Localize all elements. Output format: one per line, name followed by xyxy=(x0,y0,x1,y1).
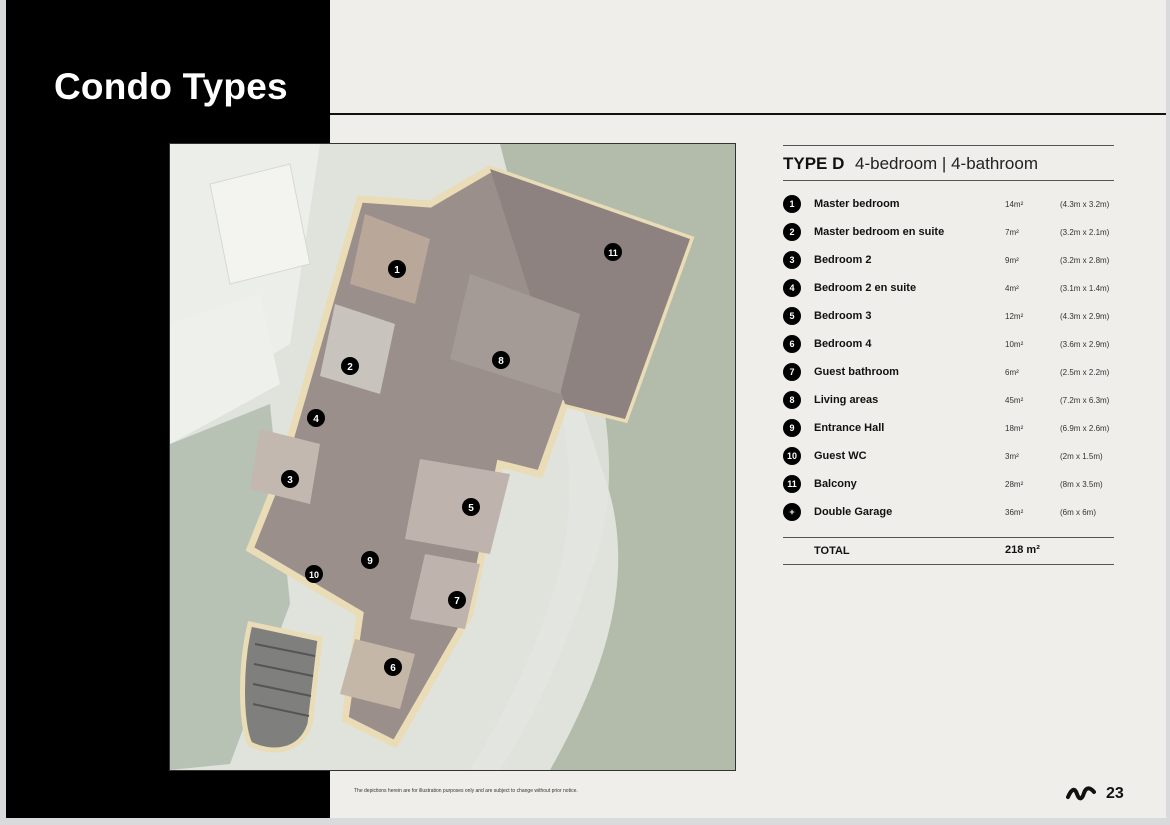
room-number-badge: 8 xyxy=(783,391,801,409)
room-name: Guest bathroom xyxy=(814,366,899,378)
page-title: Condo Types xyxy=(54,66,288,107)
room-dimensions: (3.1m x 1.4m) xyxy=(1060,284,1110,293)
room-dimensions: (8m x 3.5m) xyxy=(1060,480,1103,489)
room-row: 10 Guest WC 3m² (2m x 1.5m) xyxy=(783,443,1114,471)
plan-marker-2: 2 xyxy=(347,362,353,373)
header-divider xyxy=(330,113,1166,115)
plan-marker-10: 10 xyxy=(309,570,319,580)
room-dimensions: (4.3m x 3.2m) xyxy=(1060,200,1110,209)
total-row: TOTAL 218 m² xyxy=(783,537,1114,565)
room-schedule: 1 Master bedroom 14m² (4.3m x 3.2m) 2 Master… xyxy=(783,191,1114,527)
room-area: 45m² xyxy=(1005,396,1024,405)
room-dimensions: (6.9m x 2.6m) xyxy=(1060,424,1110,433)
plan-marker-11: 11 xyxy=(608,248,618,258)
room-name: Master bedroom xyxy=(814,198,900,210)
room-number-badge: 3 xyxy=(783,251,801,269)
plan-marker-6: 6 xyxy=(390,663,396,674)
room-number-badge: 6 xyxy=(783,335,801,353)
plan-marker-3: 3 xyxy=(287,475,293,486)
floor-plan-illustration: 1 2 3 4 5 6 7 8 9 10 11 xyxy=(170,144,735,770)
room-dimensions: (4.3m x 2.9m) xyxy=(1060,312,1110,321)
unit-type-header: TYPE D 4-bedroom | 4-bathroom xyxy=(783,145,1114,181)
room-name: Bedroom 2 en suite xyxy=(814,282,917,294)
room-name: Bedroom 3 xyxy=(814,310,872,322)
plan-marker-7: 7 xyxy=(454,596,460,607)
room-row: 3 Bedroom 2 9m² (3.2m x 2.8m) xyxy=(783,247,1114,275)
room-dimensions: (7.2m x 6.3m) xyxy=(1060,396,1110,405)
stairwell xyxy=(240,621,323,753)
total-label: TOTAL xyxy=(814,545,850,557)
total-value: 218 m² xyxy=(1005,544,1040,556)
room-name: Double Garage xyxy=(814,506,893,518)
room-number-badge: 2 xyxy=(783,223,801,241)
room-dimensions: (3.2m x 2.1m) xyxy=(1060,228,1110,237)
room-dimensions: (3.2m x 2.8m) xyxy=(1060,256,1110,265)
room-area: 12m² xyxy=(1005,312,1024,321)
room-name: Master bedroom en suite xyxy=(814,226,945,238)
room-area: 36m² xyxy=(1005,508,1024,517)
room-number-badge: 7 xyxy=(783,363,801,381)
room-number-badge: 11 xyxy=(783,475,801,493)
room-dimensions: (2m x 1.5m) xyxy=(1060,452,1103,461)
room-dimensions: (6m x 6m) xyxy=(1060,508,1096,517)
page-number: 23 xyxy=(1106,785,1124,802)
room-number-badge: + xyxy=(783,503,801,521)
room-row: + Double Garage 36m² (6m x 6m) xyxy=(783,499,1114,527)
room-name: Guest WC xyxy=(814,450,867,462)
room-area: 28m² xyxy=(1005,480,1024,489)
room-number-badge: 1 xyxy=(783,195,801,213)
room-name: Bedroom 4 xyxy=(814,338,872,350)
room-number-badge: 10 xyxy=(783,447,801,465)
room-dimensions: (2.5m x 2.2m) xyxy=(1060,368,1110,377)
room-name: Bedroom 2 xyxy=(814,254,872,266)
room-number-badge: 9 xyxy=(783,419,801,437)
room-name: Living areas xyxy=(814,394,879,406)
brand-logo-icon xyxy=(1066,784,1096,807)
room-row: 1 Master bedroom 14m² (4.3m x 3.2m) xyxy=(783,191,1114,219)
disclaimer-text: The depictions herein are for illustrati… xyxy=(354,788,578,794)
room-row: 4 Bedroom 2 en suite 4m² (3.1m x 1.4m) xyxy=(783,275,1114,303)
plan-marker-4: 4 xyxy=(313,414,319,425)
plan-marker-9: 9 xyxy=(367,556,373,567)
room-area: 4m² xyxy=(1005,284,1019,293)
room-row: 2 Master bedroom en suite 7m² (3.2m x 2.1m) xyxy=(783,219,1114,247)
plan-marker-8: 8 xyxy=(498,356,504,367)
room-row: 7 Guest bathroom 6m² (2.5m x 2.2m) xyxy=(783,359,1114,387)
room-area: 14m² xyxy=(1005,200,1024,209)
room-area: 7m² xyxy=(1005,228,1019,237)
room-name: Balcony xyxy=(814,478,857,490)
room-number-badge: 4 xyxy=(783,279,801,297)
room-number-badge: 5 xyxy=(783,307,801,325)
floor-plan-image: 1 2 3 4 5 6 7 8 9 10 11 xyxy=(169,143,736,771)
unit-type-description: 4-bedroom | 4-bathroom xyxy=(855,154,1039,173)
unit-type-name: TYPE D xyxy=(783,154,845,173)
room-area: 10m² xyxy=(1005,340,1024,349)
room-area: 9m² xyxy=(1005,256,1019,265)
room-row: 8 Living areas 45m² (7.2m x 6.3m) xyxy=(783,387,1114,415)
plan-marker-5: 5 xyxy=(468,503,474,514)
room-name: Entrance Hall xyxy=(814,422,885,434)
room-row: 6 Bedroom 4 10m² (3.6m x 2.9m) xyxy=(783,331,1114,359)
room-area: 3m² xyxy=(1005,452,1019,461)
plan-marker-1: 1 xyxy=(394,265,400,276)
room-area: 6m² xyxy=(1005,368,1019,377)
room-dimensions: (3.6m x 2.9m) xyxy=(1060,340,1110,349)
brochure-page: Condo Types 1 2 3 4 5 6 7 8 9 10 11 TYPE… xyxy=(6,0,1166,818)
room-row: 11 Balcony 28m² (8m x 3.5m) xyxy=(783,471,1114,499)
room-row: 9 Entrance Hall 18m² (6.9m x 2.6m) xyxy=(783,415,1114,443)
room-row: 5 Bedroom 3 12m² (4.3m x 2.9m) xyxy=(783,303,1114,331)
room-area: 18m² xyxy=(1005,424,1024,433)
